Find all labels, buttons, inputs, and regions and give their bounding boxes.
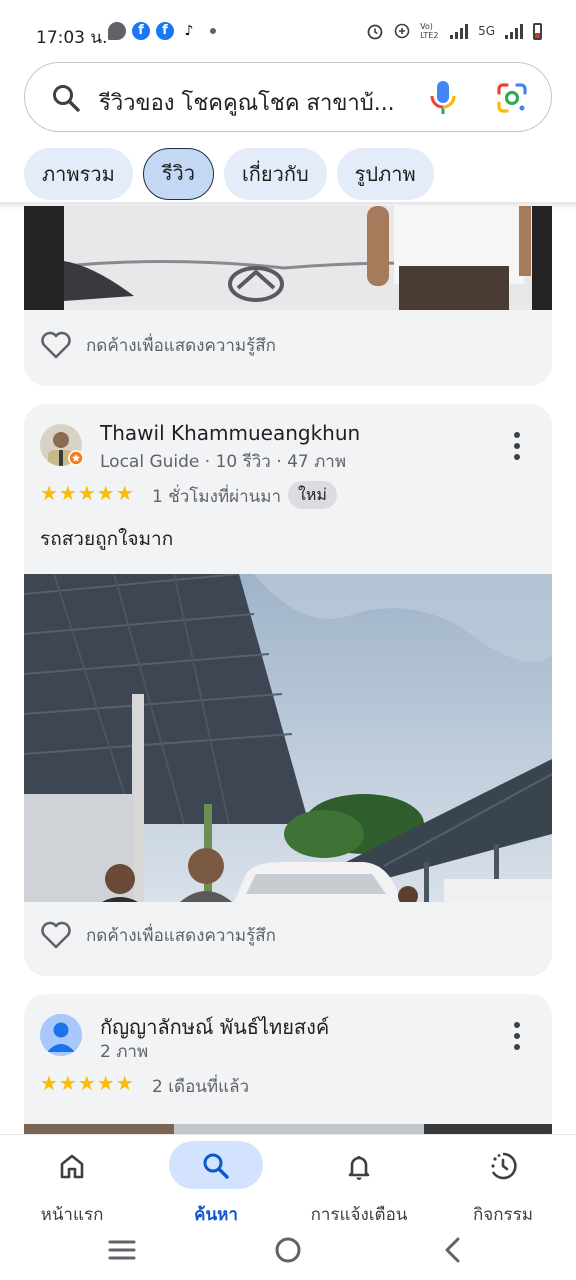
battery-icon [533,22,542,40]
react-button[interactable]: กดค้างเพื่อแสดงความรู้สึก [40,328,276,362]
reviewer-name[interactable]: Thawil Khammueangkhun [100,421,360,445]
review-time: 2 เดือนที่แล้ว [152,1077,250,1097]
tab-overview[interactable]: ภาพรวม [24,148,133,200]
system-navigation-bar [0,1224,576,1280]
avatar[interactable] [40,1014,82,1056]
review-photo[interactable] [24,206,552,310]
search-query[interactable]: รีวิวของ โชคคูณโชค สาขาบ้... [99,85,429,120]
tab-reviews[interactable]: รีวิว [142,148,214,200]
review-time: 1 ชั่วโมงที่ผ่านมา [152,487,282,507]
react-label: กดค้างเพื่อแสดงความรู้สึก [86,335,276,356]
reviewer-meta: Local Guide · 10 รีวิว · 47 ภาพ [100,452,347,472]
tab-photos[interactable]: รูปภาพ [336,148,434,200]
new-badge: ใหม่ [288,481,337,509]
react-button[interactable]: กดค้างเพื่อแสดงความรู้สึก [40,918,276,952]
star-rating: ★★★★★ [40,1071,135,1095]
facebook-icon: f [132,22,150,40]
review-text: รถสวยถูกใจมาก [40,528,174,550]
review-card: กดค้างเพื่อแสดงความรู้สึก [24,206,552,386]
status-bar: 17:03 น. f f ♪ Vo) LTE2 5G [0,0,576,60]
bell-icon [348,1156,370,1180]
google-lens-icon[interactable] [495,81,529,115]
volte-indicator: Vo) LTE2 [420,22,439,40]
home-button-icon[interactable] [274,1236,302,1264]
heart-icon [41,331,71,359]
nav-notifications[interactable]: การแจ้งเตือน [299,1141,419,1231]
review-card: กัญญาลักษณ์ พันธ์ไทยสงค์ 2 ภาพ ★★★★★ 2 เ… [24,994,552,1154]
local-guide-badge-icon [68,450,84,466]
nav-activity[interactable]: กิจกรรม [443,1141,563,1231]
tab-bar: ภาพรวม รีวิว เกี่ยวกับ รูปภาพ [24,148,434,200]
back-icon[interactable] [442,1236,462,1264]
notification-icons: f f ♪ [108,22,216,40]
facebook-icon: f [156,22,174,40]
mic-icon[interactable] [427,79,459,117]
review-photo[interactable] [24,574,552,902]
review-card: Thawil Khammueangkhun Local Guide · 10 ร… [24,404,552,976]
system-icons: Vo) LTE2 5G [366,22,542,40]
search-bar[interactable]: รีวิวของ โชคคูณโชค สาขาบ้... [24,62,552,132]
signal-icon-2 [505,23,523,39]
heart-icon [41,921,71,949]
alarm-icon [367,24,383,40]
activity-icon [491,1152,517,1180]
nav-home[interactable]: หน้าแรก [12,1141,132,1231]
tiktok-icon: ♪ [180,22,198,40]
react-label: กดค้างเพื่อแสดงความรู้สึก [86,925,276,946]
tab-about[interactable]: เกี่ยวกับ [223,148,327,200]
more-options-button[interactable] [512,432,522,460]
home-icon [60,1154,84,1179]
messages-icon [108,22,126,40]
star-rating: ★★★★★ [40,481,135,505]
data-saver-icon [394,23,410,39]
reviewer-meta: 2 ภาพ [100,1042,149,1062]
search-icon[interactable] [51,83,81,113]
more-notifications-icon [210,28,216,34]
more-options-button[interactable] [512,1022,522,1050]
status-time: 17:03 น. [36,28,108,48]
nav-search[interactable]: ค้นหา [156,1141,276,1231]
search-icon [203,1153,229,1179]
signal-icon [450,23,469,39]
recent-apps-icon[interactable] [108,1238,136,1262]
network-type: 5G [478,24,495,38]
